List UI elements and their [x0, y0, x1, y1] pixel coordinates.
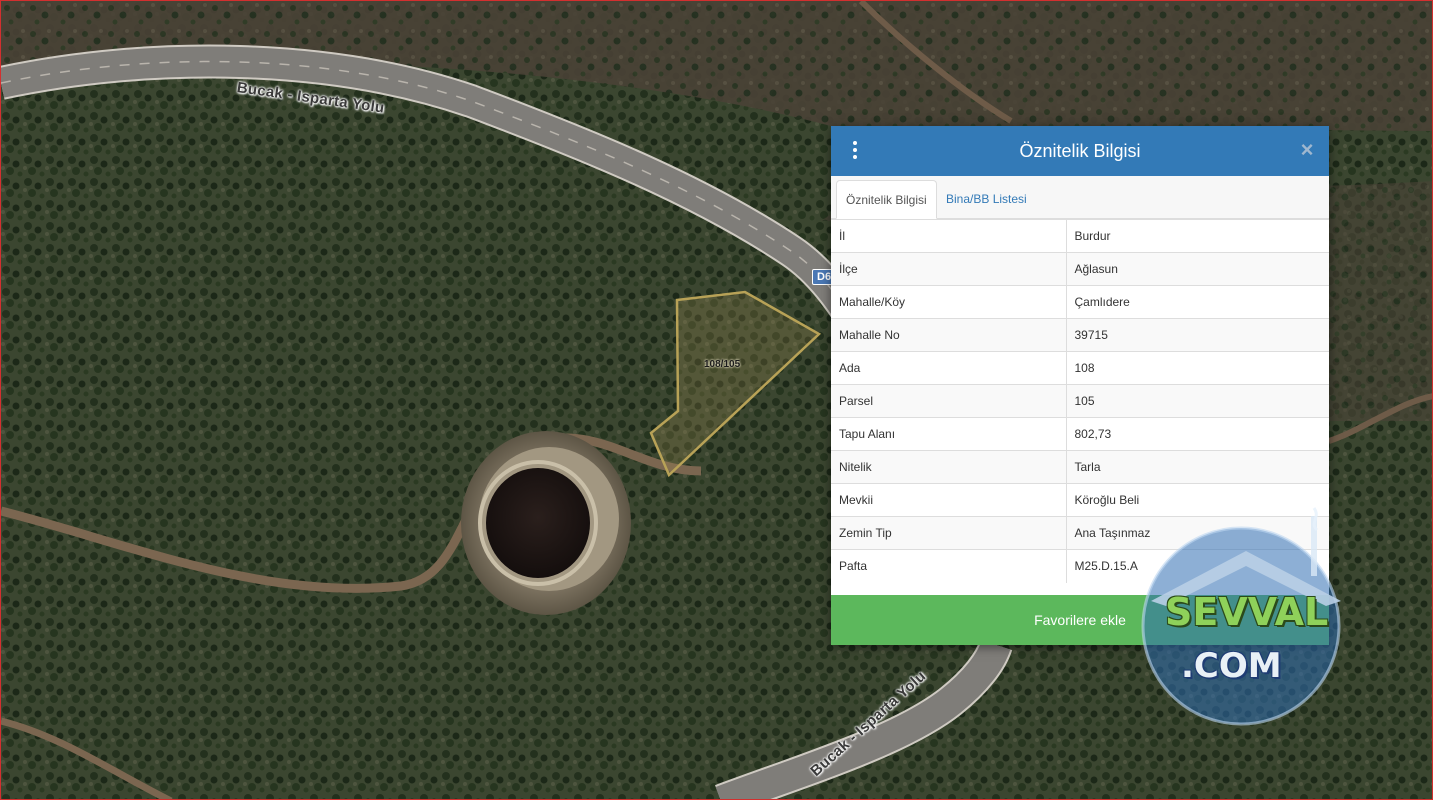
attribute-value: M25.D.15.A: [1066, 549, 1329, 583]
tab-attribute-info[interactable]: Öznitelik Bilgisi: [836, 180, 937, 219]
table-row: Pafta M25.D.15.A: [831, 549, 1329, 583]
attribute-value: Köroğlu Beli: [1066, 483, 1329, 517]
attribute-key: Tapu Alanı: [831, 417, 1067, 451]
attribute-key: Mahalle No: [831, 318, 1067, 352]
attribute-value: 108: [1066, 351, 1329, 385]
attribute-value: 39715: [1066, 318, 1329, 352]
table-row: Mahalle/Köy Çamlıdere: [831, 285, 1329, 319]
attribute-panel: Öznitelik Bilgisi × Öznitelik Bilgisi Bi…: [831, 126, 1329, 645]
close-icon[interactable]: ×: [1297, 139, 1317, 161]
attribute-key: Nitelik: [831, 450, 1067, 484]
attribute-key: Pafta: [831, 549, 1067, 583]
table-row: İlçe Ağlasun: [831, 252, 1329, 286]
attribute-value: Ağlasun: [1066, 252, 1329, 286]
table-row: Tapu Alanı 802,73: [831, 417, 1329, 451]
table-row: Mahalle No 39715: [831, 318, 1329, 352]
attribute-key: Zemin Tip: [831, 516, 1067, 550]
satellite-map[interactable]: Bucak - Isparta Yolu Bucak - Isparta Yol…: [0, 0, 1433, 800]
attribute-table: İl Burdur İlçe Ağlasun Mahalle/Köy Çamlıdere M…: [831, 219, 1329, 583]
attribute-value: Ana Taşınmaz: [1066, 516, 1329, 550]
table-row: Mevkii Köroğlu Beli: [831, 483, 1329, 517]
parcel-label: 108/105: [704, 359, 741, 370]
attribute-value: Tarla: [1066, 450, 1329, 484]
table-row: İl Burdur: [831, 219, 1329, 253]
attribute-key: Mahalle/Köy: [831, 285, 1067, 319]
table-row: Zemin Tip Ana Taşınmaz: [831, 516, 1329, 550]
attribute-value: 802,73: [1066, 417, 1329, 451]
attribute-key: Ada: [831, 351, 1067, 385]
attribute-key: Parsel: [831, 384, 1067, 418]
attribute-key: Mevkii: [831, 483, 1067, 517]
table-row: Nitelik Tarla: [831, 450, 1329, 484]
panel-title: Öznitelik Bilgisi: [1019, 141, 1141, 161]
attribute-value: Çamlıdere: [1066, 285, 1329, 319]
table-row: Ada 108: [831, 351, 1329, 385]
add-favorite-button[interactable]: Favorilere ekle: [831, 595, 1329, 645]
attribute-value: Burdur: [1066, 219, 1329, 253]
tab-building-list[interactable]: Bina/BB Listesi: [937, 180, 1036, 218]
attribute-value: 105: [1066, 384, 1329, 418]
panel-tabs: Öznitelik Bilgisi Bina/BB Listesi: [831, 176, 1329, 219]
panel-header: Öznitelik Bilgisi ×: [831, 126, 1329, 176]
table-row: Parsel 105: [831, 384, 1329, 418]
attribute-key: İl: [831, 219, 1067, 253]
attribute-key: İlçe: [831, 252, 1067, 286]
